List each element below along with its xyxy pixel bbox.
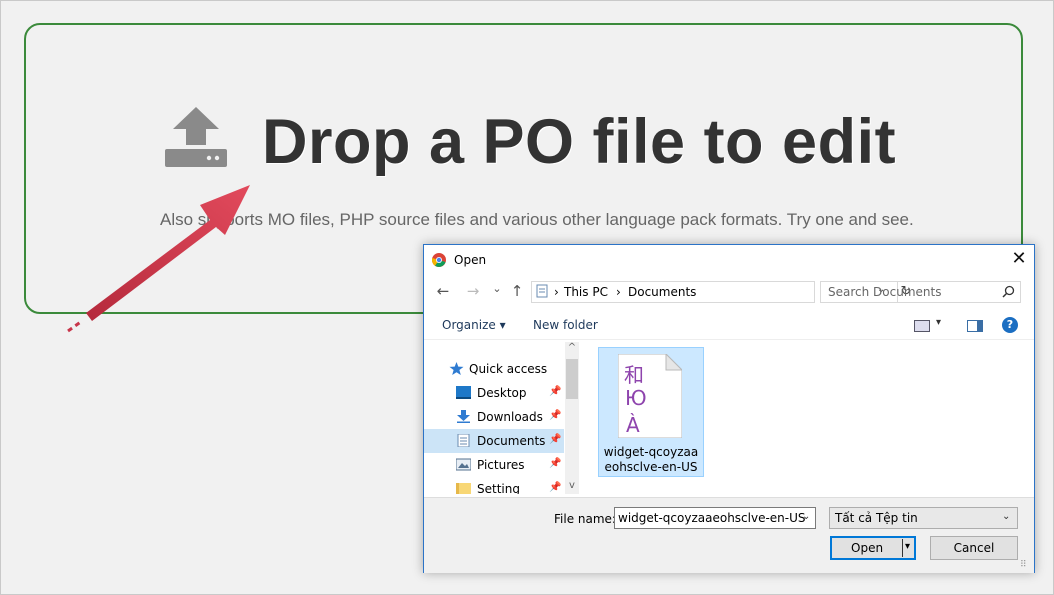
file-list: 和 Ю À widget-qcoyzaaeohsclve-en-US [580,342,1034,494]
folder-icon [456,483,471,494]
split-divider [902,539,903,557]
chrome-icon [432,253,446,267]
change-view-icon[interactable] [914,320,930,332]
open-dialog: Open ✕ ← → ⌄ ↑ › This PC › Documents ⌄ ↻… [423,244,1035,573]
file-glyph: À [626,413,640,437]
pin-icon[interactable]: 📌 [549,482,561,493]
sidebar-item-quick-access[interactable]: Quick access [424,357,564,381]
drop-subtitle: Also supports MO files, PHP source files… [160,210,914,229]
documents-icon [536,284,548,298]
address-bar[interactable]: › This PC › Documents ⌄ ↻ [531,281,911,303]
sidebar-item-documents[interactable]: Documents 📌 [424,429,564,453]
search-placeholder: Search Documents [828,285,942,299]
forward-button[interactable]: → [464,282,482,300]
address-separator: › [616,285,621,299]
sidebar-item-setting[interactable]: Setting 📌 [424,477,564,494]
dialog-footer: File name: widget-qcoyzaaeohsclve-en-US … [424,497,1034,573]
navigation-pane: Quick access Desktop 📌 Downloads 📌 Docum… [424,342,579,494]
sidebar-item-label: Pictures [477,458,525,472]
file-type-value: Tất cả Tệp tin [835,511,918,525]
star-icon [449,362,464,375]
file-glyph: 和 [624,363,644,387]
file-type-select[interactable]: Tất cả Tệp tin ⌄ [829,507,1018,529]
pin-icon[interactable]: 📌 [549,410,561,421]
dialog-titlebar[interactable]: Open ✕ [424,245,1034,275]
address-documents[interactable]: Documents [628,285,696,299]
view-options-caret[interactable]: ▾ [936,317,941,328]
sidebar-item-pictures[interactable]: Pictures 📌 [424,453,564,477]
open-options-caret[interactable]: ▾ [905,541,910,552]
new-folder-button[interactable]: New folder [533,318,598,332]
open-button-label: Open [851,541,884,555]
address-separator: › [554,285,559,299]
cancel-button-label: Cancel [953,541,995,555]
pin-icon[interactable]: 📌 [549,458,561,469]
pictures-icon [456,458,471,471]
pin-icon[interactable]: 📌 [549,434,561,445]
sidebar-item-label: Desktop [477,386,527,400]
sidebar-scrollbar[interactable]: ^ v [565,342,579,494]
file-name-label: File name: [554,512,616,526]
sidebar-item-label: Downloads [477,410,543,424]
cancel-button[interactable]: Cancel [930,536,1018,560]
desktop-icon [456,386,471,399]
sidebar-item-label: Documents [477,434,546,448]
sidebar-item-label: Setting [477,482,520,494]
downloads-icon [457,410,470,423]
search-icon [1002,285,1015,298]
preview-pane-icon[interactable] [967,320,983,332]
help-icon[interactable]: ? [1002,317,1018,333]
search-input[interactable]: Search Documents [820,281,1021,303]
scroll-up-button[interactable]: ^ [565,342,579,353]
chevron-down-icon[interactable]: ⌄ [1002,511,1010,522]
organize-menu[interactable]: Organize ▾ [442,318,506,332]
recent-locations-button[interactable]: ⌄ [488,282,506,295]
drop-title: Drop a PO file to edit [262,107,897,177]
pin-icon[interactable]: 📌 [549,386,561,397]
close-button[interactable]: ✕ [1008,248,1030,270]
sidebar-item-desktop[interactable]: Desktop 📌 [424,381,564,405]
scroll-down-button[interactable]: v [565,480,579,491]
documents-icon [457,434,470,447]
file-item[interactable]: 和 Ю À widget-qcoyzaaeohsclve-en-US [598,347,704,477]
file-glyph: Ю [625,386,647,410]
resize-grip[interactable]: ⠿ [1020,560,1027,570]
file-name-field[interactable]: widget-qcoyzaaeohsclve-en-US ⌄ [614,507,816,529]
chevron-down-icon[interactable]: ⌄ [802,511,810,522]
upload-icon [165,107,227,167]
dialog-title: Open [454,253,487,267]
open-button[interactable]: Open ▾ [830,536,916,560]
back-button[interactable]: ← [434,282,452,300]
file-name: widget-qcoyzaaeohsclve-en-US [603,445,699,474]
address-this-pc[interactable]: This PC [564,285,608,299]
sidebar-item-downloads[interactable]: Downloads 📌 [424,405,564,429]
sidebar-item-label: Quick access [469,362,548,376]
navigation-bar: ← → ⌄ ↑ › This PC › Documents ⌄ ↻ Search… [424,279,1034,305]
file-name-value: widget-qcoyzaaeohsclve-en-US [618,511,806,525]
up-button[interactable]: ↑ [508,282,526,300]
arrow-annotation [67,185,250,333]
command-bar: Organize ▾ New folder ▾ ? [424,311,1034,340]
scrollbar-thumb[interactable] [566,359,578,399]
